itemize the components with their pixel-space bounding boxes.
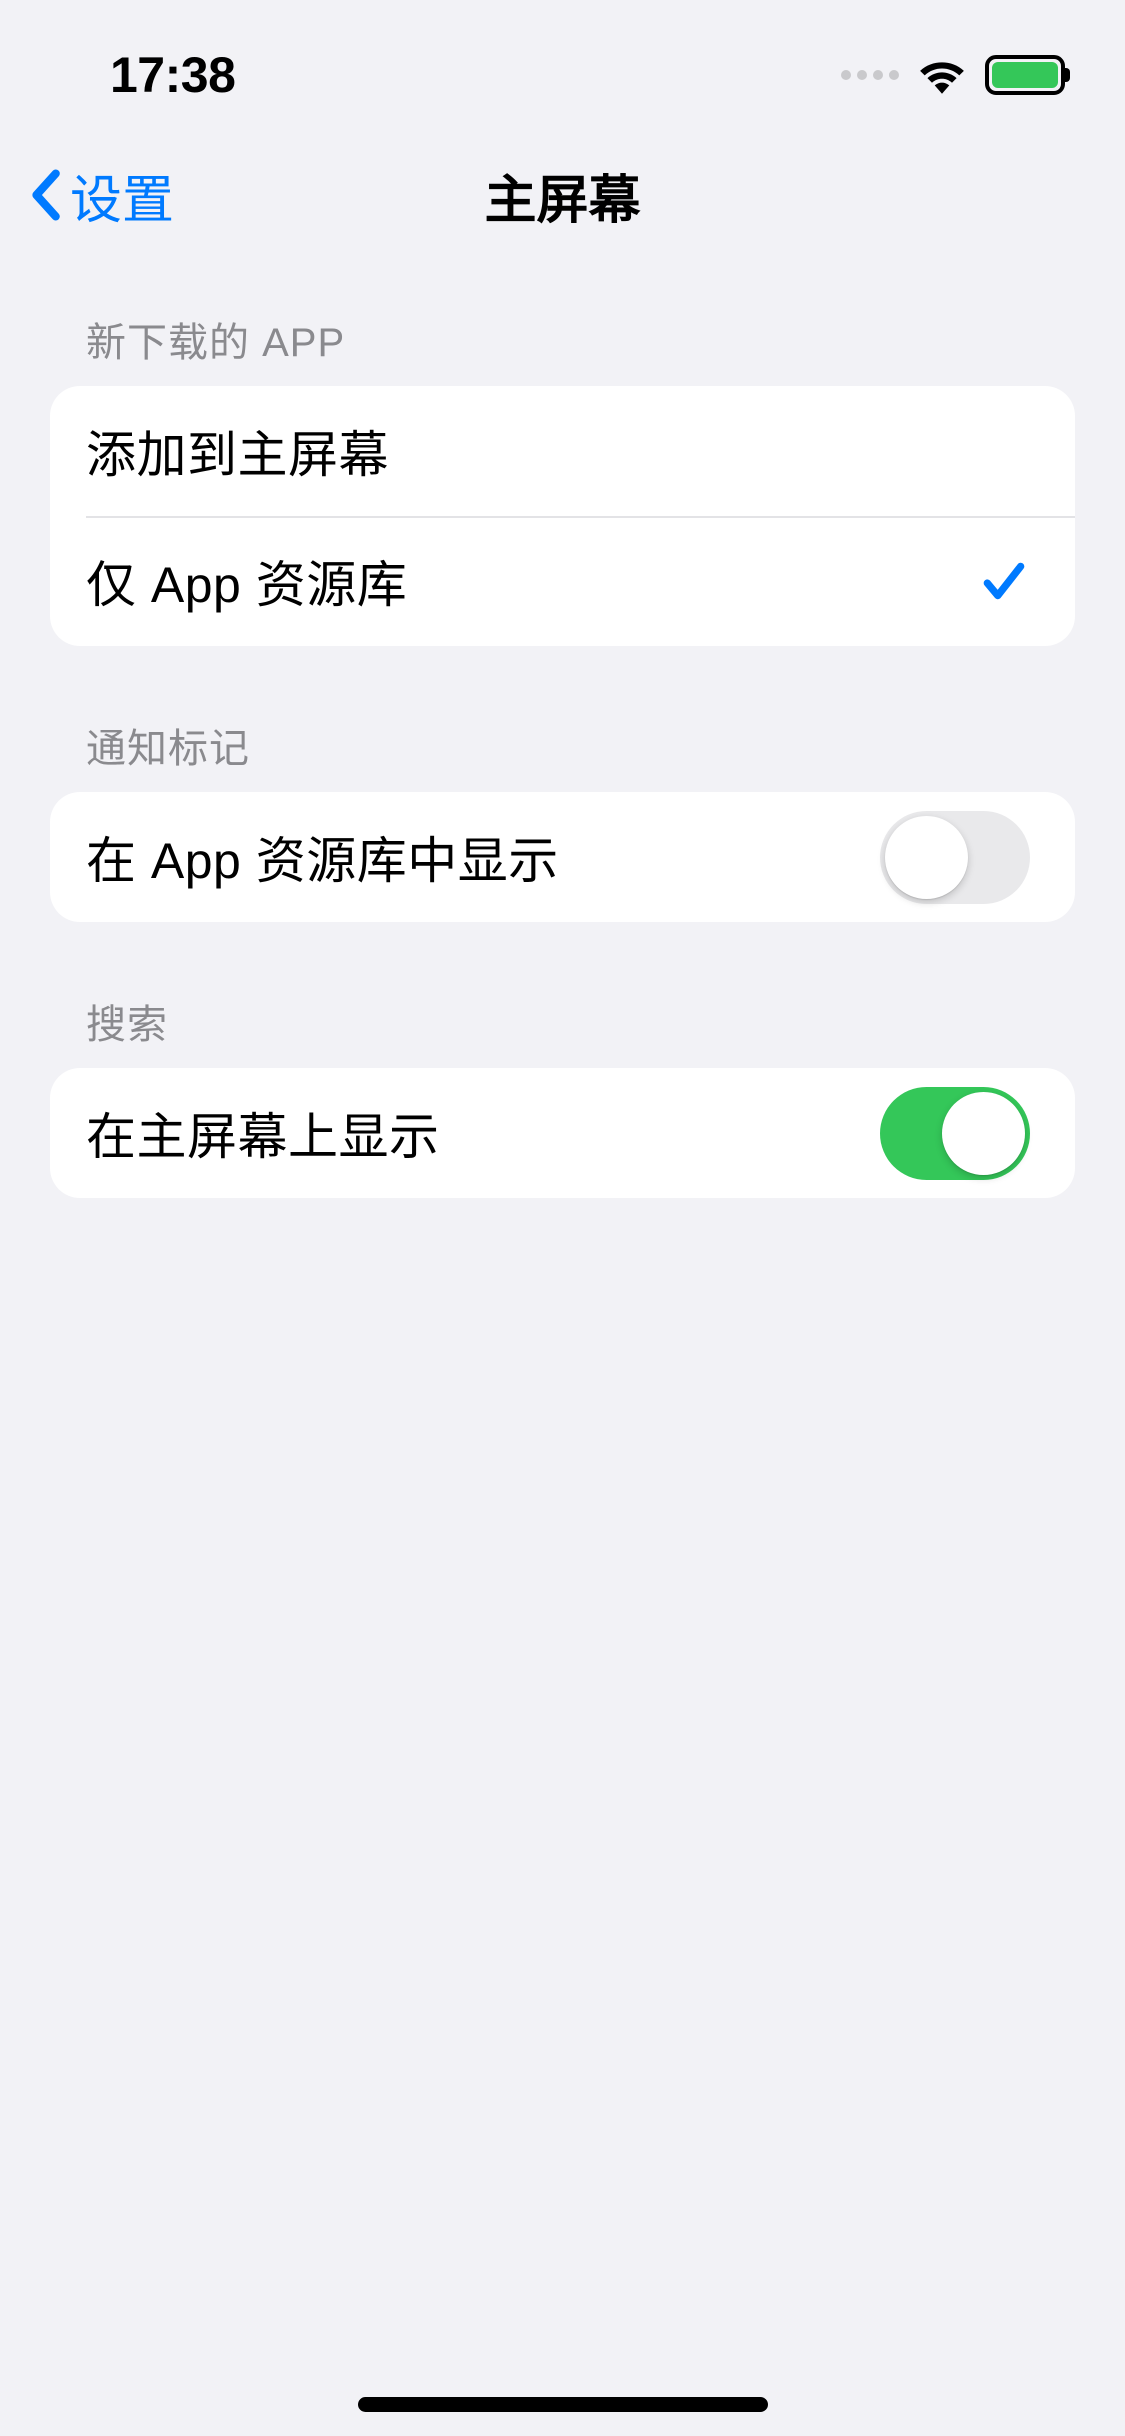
toggle-show-in-app-library[interactable] (880, 811, 1030, 904)
status-bar: 17:38 (0, 0, 1125, 130)
row-label: 在主屏幕上显示 (86, 1097, 440, 1169)
section-header: 通知标记 (50, 716, 1075, 792)
home-indicator[interactable] (358, 2397, 768, 2412)
wifi-icon (917, 56, 967, 94)
toggle-show-on-home-screen[interactable] (880, 1087, 1030, 1180)
option-add-to-home-screen[interactable]: 添加到主屏幕 (50, 386, 1075, 516)
settings-content: 新下载的 APP 添加到主屏幕 仅 App 资源库 通知标记 在 App 资源库… (0, 260, 1125, 1198)
status-indicators (841, 55, 1065, 95)
section-search: 搜索 在主屏幕上显示 (50, 992, 1075, 1198)
page-title: 主屏幕 (484, 158, 640, 233)
option-label: 添加到主屏幕 (86, 415, 389, 487)
toggle-group: 在主屏幕上显示 (50, 1068, 1075, 1198)
back-label: 设置 (70, 158, 174, 233)
option-label: 仅 App 资源库 (86, 545, 407, 617)
row-show-in-app-library: 在 App 资源库中显示 (50, 792, 1075, 922)
navigation-bar: 设置 主屏幕 (0, 130, 1125, 260)
status-time: 17:38 (110, 46, 235, 104)
section-notification-badges: 通知标记 在 App 资源库中显示 (50, 716, 1075, 922)
section-header: 新下载的 APP (50, 310, 1075, 386)
row-show-on-home-screen: 在主屏幕上显示 (50, 1068, 1075, 1198)
battery-icon (985, 55, 1065, 95)
back-button[interactable]: 设置 (20, 158, 174, 233)
chevron-left-icon (30, 169, 60, 221)
option-app-library-only[interactable]: 仅 App 资源库 (50, 516, 1075, 646)
section-newly-downloaded-apps: 新下载的 APP 添加到主屏幕 仅 App 资源库 (50, 310, 1075, 646)
checkmark-icon (978, 556, 1030, 606)
cellular-signal-icon (841, 70, 899, 80)
toggle-group: 在 App 资源库中显示 (50, 792, 1075, 922)
section-header: 搜索 (50, 992, 1075, 1068)
row-label: 在 App 资源库中显示 (86, 821, 559, 893)
option-group: 添加到主屏幕 仅 App 资源库 (50, 386, 1075, 646)
